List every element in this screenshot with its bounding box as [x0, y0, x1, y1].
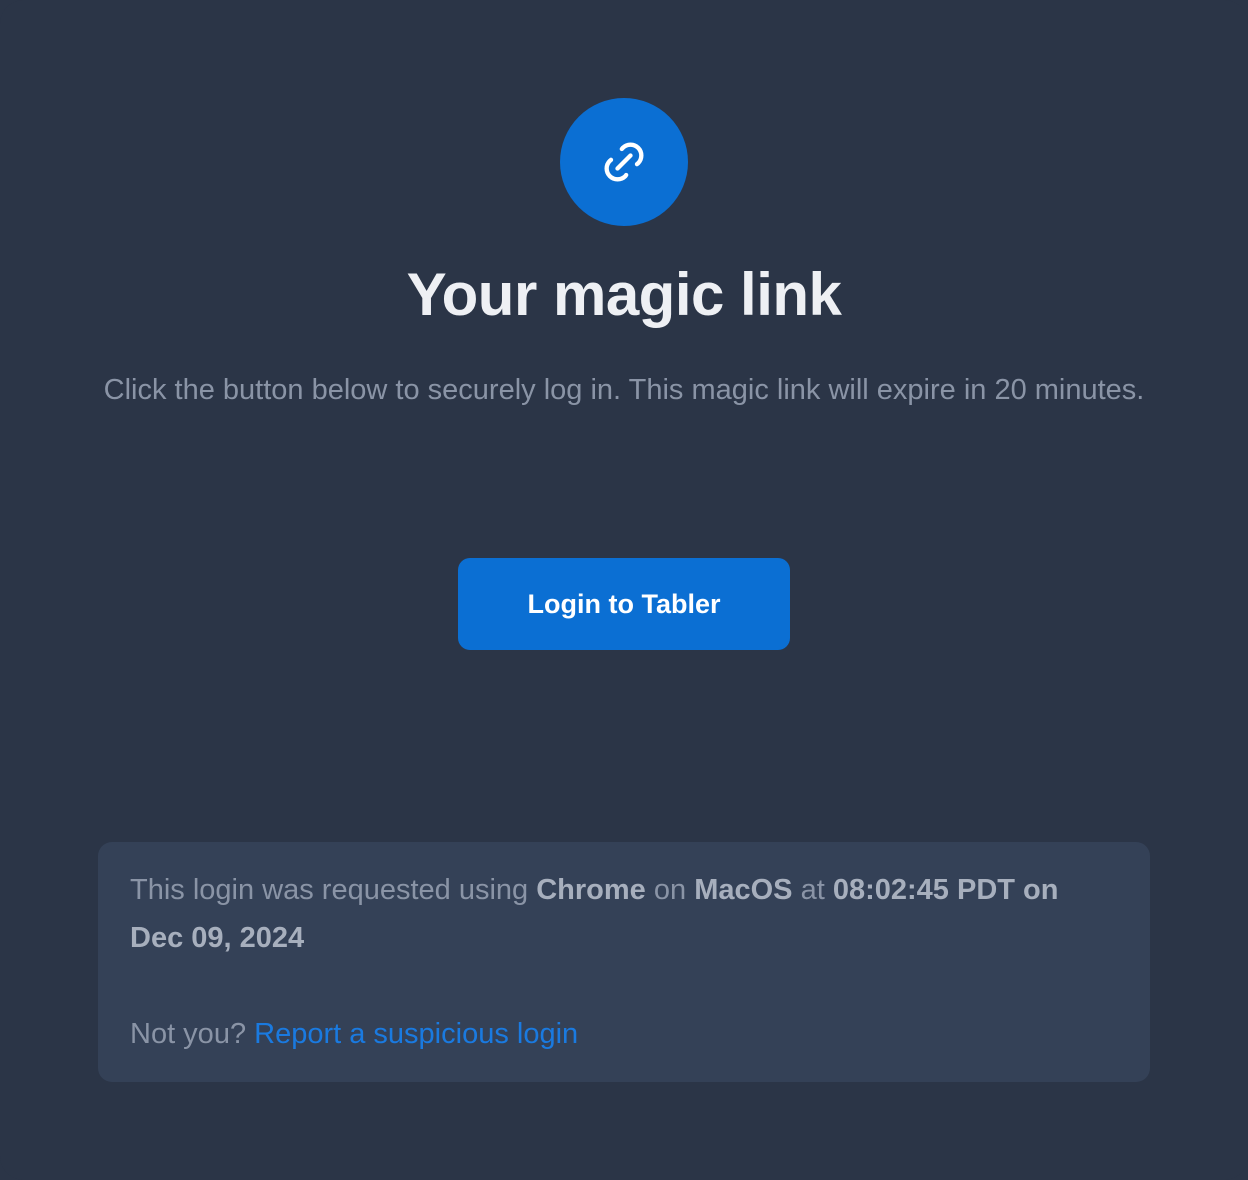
login-info-box: This login was requested using Chrome on…: [98, 842, 1150, 1082]
report-suspicious-login-link[interactable]: Report a suspicious login: [254, 1018, 578, 1050]
browser-name: Chrome: [536, 874, 646, 906]
at-word: at: [800, 874, 825, 906]
on-word: on: [653, 874, 687, 906]
not-you-line: Not you? Report a suspicious login: [130, 1010, 1118, 1058]
page-title: Your magic link: [406, 261, 842, 328]
page-subtitle: Click the button below to securely log i…: [103, 374, 1145, 406]
login-button[interactable]: Login to Tabler: [458, 558, 790, 650]
request-details: This login was requested using Chrome on…: [130, 866, 1118, 962]
link-icon: [604, 142, 644, 182]
not-you-text: Not you?: [130, 1018, 247, 1050]
magic-link-card: Your magic link Click the button below t…: [0, 0, 1248, 1180]
request-prefix: This login was requested using: [130, 874, 529, 906]
os-name: MacOS: [694, 874, 793, 906]
link-icon-badge: [560, 98, 688, 226]
